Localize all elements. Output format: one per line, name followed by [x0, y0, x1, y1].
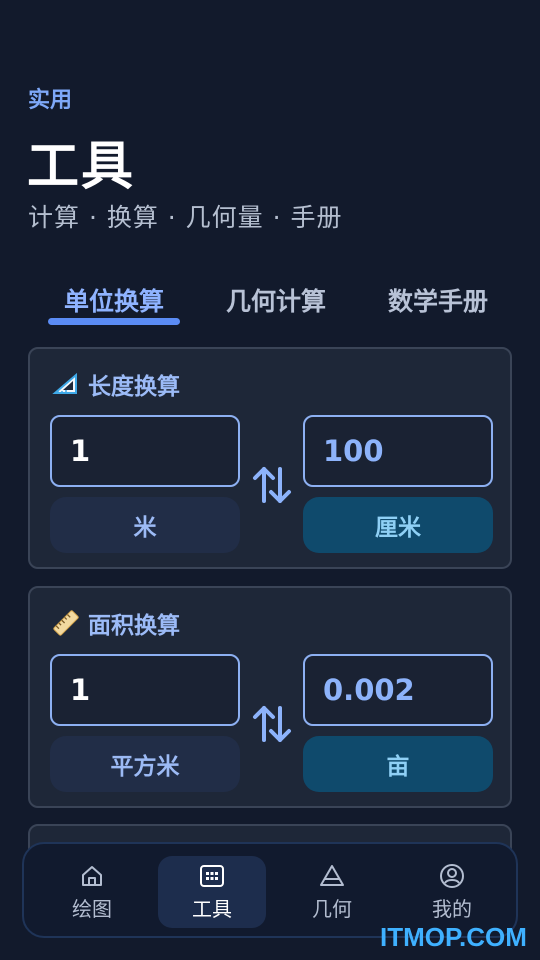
set-square-icon — [52, 370, 80, 398]
area-to-output[interactable]: 0.002 — [303, 654, 493, 726]
card-title: 长度换算 — [52, 369, 180, 400]
area-to-unit-select[interactable]: 亩 — [303, 736, 493, 792]
card-title-text: 长度换算 — [88, 374, 180, 400]
header-eyebrow: 实用 — [28, 88, 73, 113]
keypad-icon — [200, 864, 224, 887]
nav-label: 绘图 — [72, 896, 112, 921]
area-from-input[interactable]: 1 — [50, 654, 240, 726]
nav-label: 几何 — [312, 896, 352, 921]
area-from-unit-select[interactable]: 平方米 — [50, 736, 240, 792]
length-conversion-card: 长度换算 1 100 米 厘米 — [28, 347, 512, 569]
triangle-icon — [320, 864, 344, 886]
nav-item-profile[interactable]: 我的 — [398, 856, 506, 928]
nav-label: 我的 — [432, 896, 472, 921]
watermark: ITMOP.COM — [380, 922, 527, 952]
page-title: 工具 — [27, 137, 136, 197]
length-from-input[interactable]: 1 — [50, 415, 240, 487]
tab-geometry-calc[interactable]: 几何计算 — [210, 282, 342, 318]
length-from-unit-select[interactable]: 米 — [50, 497, 240, 553]
card-title-text: 面积换算 — [88, 613, 180, 639]
nav-label: 工具 — [192, 896, 232, 921]
active-tab-indicator — [48, 318, 180, 325]
card-title: 面积换算 — [52, 608, 180, 639]
length-to-unit-select[interactable]: 厘米 — [303, 497, 493, 553]
nav-item-tools[interactable]: 工具 — [158, 856, 266, 928]
ruler-icon — [52, 609, 80, 637]
home-icon — [82, 865, 102, 886]
user-icon — [440, 863, 464, 888]
swap-icon[interactable] — [252, 463, 292, 507]
tab-unit-conversion[interactable]: 单位换算 — [48, 282, 180, 318]
page-subtitle: 计算 · 换算 · 几何量 · 手册 — [28, 203, 343, 232]
tab-math-handbook[interactable]: 数学手册 — [372, 282, 504, 318]
nav-item-draw[interactable]: 绘图 — [38, 856, 146, 928]
swap-icon[interactable] — [252, 702, 292, 746]
nav-item-geometry[interactable]: 几何 — [278, 856, 386, 928]
length-to-output[interactable]: 100 — [303, 415, 493, 487]
area-conversion-card: 面积换算 1 0.002 平方米 亩 — [28, 586, 512, 808]
